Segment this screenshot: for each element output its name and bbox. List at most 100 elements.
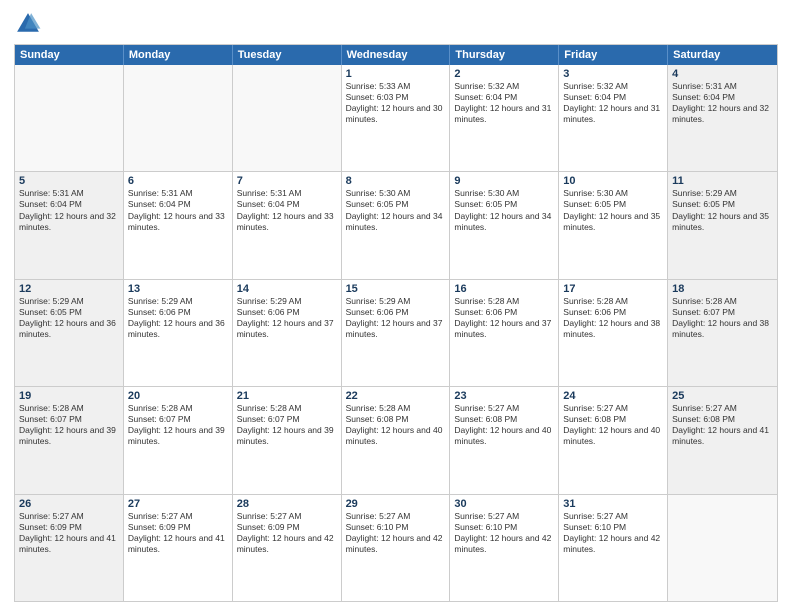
cell-info: Sunrise: 5:31 AMSunset: 6:04 PMDaylight:… [128,188,228,232]
cell-info: Sunrise: 5:28 AMSunset: 6:07 PMDaylight:… [672,296,773,340]
day-number: 5 [19,175,119,187]
cell-info: Sunrise: 5:28 AMSunset: 6:07 PMDaylight:… [19,403,119,447]
day-number: 4 [672,68,773,80]
cell-info: Sunrise: 5:30 AMSunset: 6:05 PMDaylight:… [563,188,663,232]
day-number: 10 [563,175,663,187]
calendar-cell: 27Sunrise: 5:27 AMSunset: 6:09 PMDayligh… [124,495,233,601]
cell-info: Sunrise: 5:30 AMSunset: 6:05 PMDaylight:… [454,188,554,232]
day-number: 31 [563,498,663,510]
calendar-cell: 9Sunrise: 5:30 AMSunset: 6:05 PMDaylight… [450,172,559,278]
calendar-cell: 20Sunrise: 5:28 AMSunset: 6:07 PMDayligh… [124,387,233,493]
cell-info: Sunrise: 5:31 AMSunset: 6:04 PMDaylight:… [237,188,337,232]
calendar-cell: 7Sunrise: 5:31 AMSunset: 6:04 PMDaylight… [233,172,342,278]
day-number: 18 [672,283,773,295]
day-number: 15 [346,283,446,295]
cell-info: Sunrise: 5:27 AMSunset: 6:08 PMDaylight:… [563,403,663,447]
day-number: 11 [672,175,773,187]
cell-info: Sunrise: 5:27 AMSunset: 6:08 PMDaylight:… [454,403,554,447]
cell-info: Sunrise: 5:29 AMSunset: 6:06 PMDaylight:… [128,296,228,340]
calendar-cell: 12Sunrise: 5:29 AMSunset: 6:05 PMDayligh… [15,280,124,386]
cell-info: Sunrise: 5:29 AMSunset: 6:06 PMDaylight:… [237,296,337,340]
calendar-cell: 29Sunrise: 5:27 AMSunset: 6:10 PMDayligh… [342,495,451,601]
day-header-friday: Friday [559,45,668,65]
calendar-cell: 3Sunrise: 5:32 AMSunset: 6:04 PMDaylight… [559,65,668,171]
calendar-cell [124,65,233,171]
cell-info: Sunrise: 5:31 AMSunset: 6:04 PMDaylight:… [19,188,119,232]
day-number: 9 [454,175,554,187]
cell-info: Sunrise: 5:32 AMSunset: 6:04 PMDaylight:… [454,81,554,125]
calendar-cell: 10Sunrise: 5:30 AMSunset: 6:05 PMDayligh… [559,172,668,278]
calendar: SundayMondayTuesdayWednesdayThursdayFrid… [14,44,778,602]
calendar-cell: 28Sunrise: 5:27 AMSunset: 6:09 PMDayligh… [233,495,342,601]
logo-icon [14,10,42,38]
calendar-cell: 30Sunrise: 5:27 AMSunset: 6:10 PMDayligh… [450,495,559,601]
day-number: 13 [128,283,228,295]
day-number: 24 [563,390,663,402]
cell-info: Sunrise: 5:28 AMSunset: 6:06 PMDaylight:… [563,296,663,340]
calendar-cell: 21Sunrise: 5:28 AMSunset: 6:07 PMDayligh… [233,387,342,493]
calendar-cell: 15Sunrise: 5:29 AMSunset: 6:06 PMDayligh… [342,280,451,386]
day-header-monday: Monday [124,45,233,65]
cell-info: Sunrise: 5:29 AMSunset: 6:05 PMDaylight:… [19,296,119,340]
cell-info: Sunrise: 5:33 AMSunset: 6:03 PMDaylight:… [346,81,446,125]
calendar-row-4: 19Sunrise: 5:28 AMSunset: 6:07 PMDayligh… [15,386,777,493]
calendar-cell [668,495,777,601]
calendar-row-5: 26Sunrise: 5:27 AMSunset: 6:09 PMDayligh… [15,494,777,601]
cell-info: Sunrise: 5:28 AMSunset: 6:06 PMDaylight:… [454,296,554,340]
calendar-cell: 24Sunrise: 5:27 AMSunset: 6:08 PMDayligh… [559,387,668,493]
day-number: 14 [237,283,337,295]
calendar-cell: 16Sunrise: 5:28 AMSunset: 6:06 PMDayligh… [450,280,559,386]
calendar-cell: 1Sunrise: 5:33 AMSunset: 6:03 PMDaylight… [342,65,451,171]
day-header-saturday: Saturday [668,45,777,65]
cell-info: Sunrise: 5:30 AMSunset: 6:05 PMDaylight:… [346,188,446,232]
calendar-cell: 19Sunrise: 5:28 AMSunset: 6:07 PMDayligh… [15,387,124,493]
calendar-cell: 31Sunrise: 5:27 AMSunset: 6:10 PMDayligh… [559,495,668,601]
calendar-cell: 13Sunrise: 5:29 AMSunset: 6:06 PMDayligh… [124,280,233,386]
day-number: 29 [346,498,446,510]
day-number: 17 [563,283,663,295]
calendar-cell [233,65,342,171]
calendar-header: SundayMondayTuesdayWednesdayThursdayFrid… [15,45,777,65]
cell-info: Sunrise: 5:28 AMSunset: 6:07 PMDaylight:… [237,403,337,447]
day-number: 22 [346,390,446,402]
calendar-cell: 5Sunrise: 5:31 AMSunset: 6:04 PMDaylight… [15,172,124,278]
cell-info: Sunrise: 5:27 AMSunset: 6:10 PMDaylight:… [346,511,446,555]
calendar-cell: 14Sunrise: 5:29 AMSunset: 6:06 PMDayligh… [233,280,342,386]
cell-info: Sunrise: 5:27 AMSunset: 6:10 PMDaylight:… [454,511,554,555]
page: SundayMondayTuesdayWednesdayThursdayFrid… [0,0,792,612]
day-number: 12 [19,283,119,295]
day-header-sunday: Sunday [15,45,124,65]
day-number: 2 [454,68,554,80]
cell-info: Sunrise: 5:29 AMSunset: 6:05 PMDaylight:… [672,188,773,232]
day-number: 21 [237,390,337,402]
calendar-cell: 18Sunrise: 5:28 AMSunset: 6:07 PMDayligh… [668,280,777,386]
calendar-cell: 6Sunrise: 5:31 AMSunset: 6:04 PMDaylight… [124,172,233,278]
day-number: 16 [454,283,554,295]
cell-info: Sunrise: 5:29 AMSunset: 6:06 PMDaylight:… [346,296,446,340]
calendar-body: 1Sunrise: 5:33 AMSunset: 6:03 PMDaylight… [15,65,777,601]
calendar-row-1: 1Sunrise: 5:33 AMSunset: 6:03 PMDaylight… [15,65,777,171]
calendar-row-3: 12Sunrise: 5:29 AMSunset: 6:05 PMDayligh… [15,279,777,386]
day-number: 28 [237,498,337,510]
day-number: 19 [19,390,119,402]
header [14,10,778,38]
day-header-wednesday: Wednesday [342,45,451,65]
day-number: 27 [128,498,228,510]
cell-info: Sunrise: 5:27 AMSunset: 6:08 PMDaylight:… [672,403,773,447]
cell-info: Sunrise: 5:28 AMSunset: 6:07 PMDaylight:… [128,403,228,447]
calendar-cell: 11Sunrise: 5:29 AMSunset: 6:05 PMDayligh… [668,172,777,278]
day-number: 25 [672,390,773,402]
day-number: 8 [346,175,446,187]
day-number: 20 [128,390,228,402]
cell-info: Sunrise: 5:27 AMSunset: 6:09 PMDaylight:… [19,511,119,555]
day-header-thursday: Thursday [450,45,559,65]
cell-info: Sunrise: 5:28 AMSunset: 6:08 PMDaylight:… [346,403,446,447]
day-number: 3 [563,68,663,80]
cell-info: Sunrise: 5:27 AMSunset: 6:09 PMDaylight:… [128,511,228,555]
day-number: 26 [19,498,119,510]
cell-info: Sunrise: 5:27 AMSunset: 6:10 PMDaylight:… [563,511,663,555]
day-number: 1 [346,68,446,80]
day-header-tuesday: Tuesday [233,45,342,65]
calendar-cell: 2Sunrise: 5:32 AMSunset: 6:04 PMDaylight… [450,65,559,171]
calendar-cell: 17Sunrise: 5:28 AMSunset: 6:06 PMDayligh… [559,280,668,386]
